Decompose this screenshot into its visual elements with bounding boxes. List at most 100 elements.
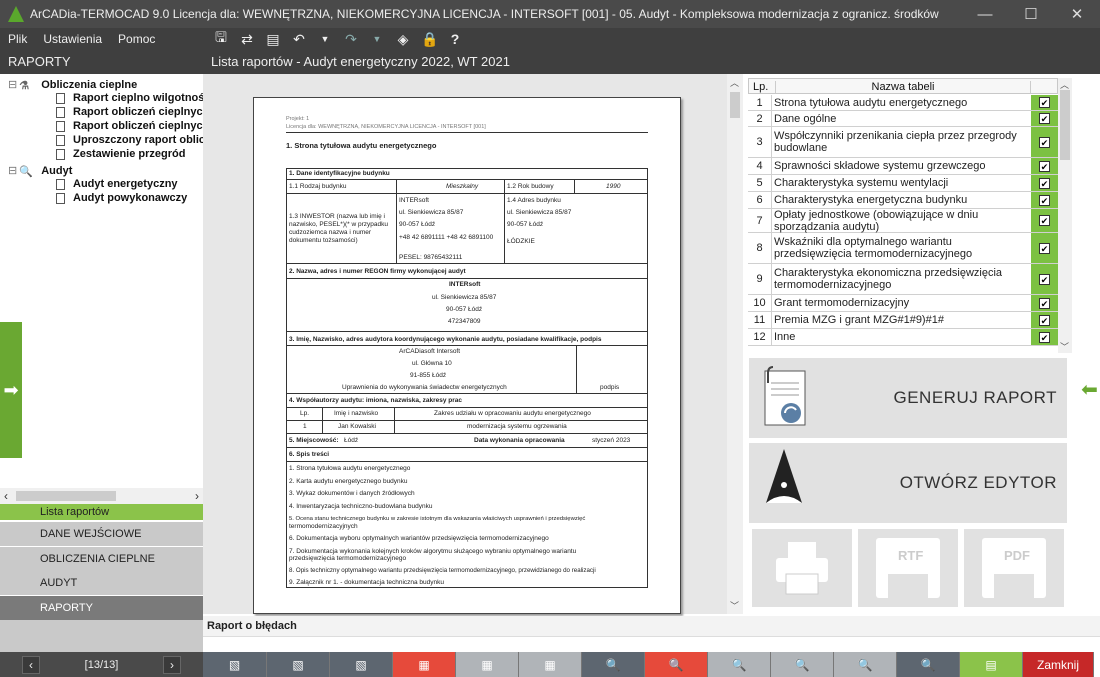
export-doc-icon[interactable]: ▤ (960, 652, 1023, 677)
scroll-down-icon[interactable]: ﹀ (1060, 340, 1069, 353)
row-checkbox[interactable]: ✔ (1031, 233, 1058, 263)
report-tool-3-icon[interactable]: ▦ (519, 652, 582, 677)
row-checkbox[interactable]: ✔ (1031, 111, 1058, 126)
checkmark-icon: ✔ (1039, 314, 1050, 326)
redo-icon[interactable]: ↷ (343, 31, 359, 48)
table-row[interactable]: 10 Grant termomodernizacyjny ✔ (748, 295, 1058, 312)
report-page[interactable]: Projekt: 1 Licencja dla: WEWNĘTRZNA, NIE… (253, 97, 681, 614)
generate-report-button[interactable]: GENERUJ RAPORT (749, 358, 1067, 438)
row-checkbox[interactable]: ✔ (1031, 264, 1058, 294)
audit-tool-4-icon[interactable]: 🔍 (771, 652, 834, 677)
error-report-box[interactable] (203, 636, 1100, 652)
undo-icon[interactable]: ↶ (291, 31, 307, 48)
row-checkbox[interactable]: ✔ (1031, 95, 1058, 110)
nav-filler (0, 620, 203, 652)
doc-tool-1-icon[interactable]: ▧ (203, 652, 267, 677)
audit-tool-3-icon[interactable]: 🔍 (708, 652, 771, 677)
audit-tool-1-icon[interactable]: 🔍 (582, 652, 645, 677)
printer-icon (776, 542, 828, 595)
report-tree: ⊟ ⚗ Obliczenia cieplne Raport cieplno wilg… (0, 74, 209, 324)
tree-item[interactable]: Uproszczony raport oblic (56, 134, 205, 146)
layers-icon[interactable]: ◈ (395, 31, 411, 48)
preview-scrollbar[interactable]: ︿ ﹀ (727, 74, 743, 614)
open-editor-button[interactable]: OTWÓRZ EDYTOR (749, 443, 1067, 523)
prev-page-button[interactable]: ‹ (22, 655, 40, 674)
scroll-up-icon[interactable]: ︿ (1060, 78, 1069, 91)
report-tool-1-icon[interactable]: ▦ (393, 652, 456, 677)
row-checkbox[interactable]: ✔ (1031, 209, 1058, 232)
audit-tool-6-icon[interactable]: 🔍 (897, 652, 960, 677)
audit-tool-5-icon[interactable]: 🔍 (834, 652, 897, 677)
row-checkbox[interactable]: ✔ (1031, 175, 1058, 191)
table-row[interactable]: 1 Strona tytułowa audytu energetycznego ✔ (748, 95, 1058, 111)
scroll-thumb[interactable] (730, 92, 740, 118)
document-refresh-icon (764, 366, 806, 426)
doc-tool-3-icon[interactable]: ▧ (330, 652, 393, 677)
tree-item[interactable]: Zestawienie przegród (56, 148, 185, 160)
row-checkbox[interactable]: ✔ (1031, 192, 1058, 208)
menu-ustawienia[interactable]: Ustawienia (43, 32, 102, 46)
tree-item-selected[interactable]: Audyt energetyczny (56, 178, 178, 190)
table-row[interactable]: 2 Dane ogólne ✔ (748, 111, 1058, 127)
table-scrollbar[interactable]: ︿ ﹀ (1058, 78, 1072, 353)
table-row[interactable]: 5 Charakterystyka systemu wentylacji ✔ (748, 175, 1058, 192)
nav-obliczenia-cieplne[interactable]: OBLICZENIA CIEPLNE (0, 547, 203, 571)
collapse-panel-button[interactable]: ⬅ (1079, 323, 1100, 456)
close-button[interactable]: Zamknij (1023, 652, 1094, 677)
doc-tool-2-icon[interactable]: ▧ (267, 652, 330, 677)
nav-dane-wejsciowe[interactable]: DANE WEJŚCIOWE (0, 522, 203, 546)
undo-dropdown-icon[interactable]: ▼ (317, 34, 333, 44)
scroll-up-icon[interactable]: ︿ (730, 76, 739, 89)
expand-panel-button[interactable]: ➡ (0, 322, 22, 458)
scroll-thumb[interactable] (16, 491, 116, 501)
report-tool-2-icon[interactable]: ▦ (456, 652, 519, 677)
tree-group-audyt[interactable]: ⊟ 🔍 Audyt (8, 164, 72, 178)
tree-item[interactable]: Raport obliczeń cieplnych (56, 120, 209, 132)
tree-group-obliczenia[interactable]: ⊟ ⚗ Obliczenia cieplne (8, 78, 137, 92)
audit-tool-2-icon[interactable]: 🔍 (645, 652, 708, 677)
rtf-button[interactable]: RTF (858, 529, 958, 607)
scroll-right-icon[interactable]: › (195, 489, 199, 503)
nav-audyt[interactable]: AUDYT (0, 571, 203, 595)
help-icon[interactable]: ? (447, 31, 463, 47)
preview-icon[interactable]: ▤ (265, 31, 281, 48)
tree-item[interactable]: Raport obliczeń cieplnych (56, 106, 209, 118)
table-row[interactable]: 7 Opłaty jednostkowe (obowiązujące w dniu… (748, 209, 1058, 233)
tree-item[interactable]: Audyt powykonawczy (56, 192, 187, 204)
tree-item[interactable]: Raport cieplno wilgotnoś (56, 92, 204, 104)
checkmark-icon: ✔ (1039, 160, 1050, 172)
checkmark-icon: ✔ (1039, 136, 1050, 148)
horizontal-scrollbar[interactable]: ‹ › (0, 488, 203, 504)
menu-pomoc[interactable]: Pomoc (118, 32, 155, 46)
redo-dropdown-icon[interactable]: ▼ (369, 34, 385, 44)
table-row[interactable]: 9 Charakterystyka ekonomiczna przedsięwzi… (748, 264, 1058, 295)
table-row[interactable]: 11 Premia MZG i grant MZG#1#9)#1# ✔ (748, 312, 1058, 329)
scroll-thumb[interactable] (1060, 90, 1070, 160)
table-row[interactable]: 3 Współczynniki przenikania ciepła przez … (748, 127, 1058, 158)
table-row[interactable]: 4 Sprawności składowe systemu grzewczego ✔ (748, 158, 1058, 175)
pdf-button[interactable]: PDF (964, 529, 1064, 607)
row-checkbox[interactable]: ✔ (1031, 329, 1058, 345)
table-row[interactable]: 8 Wskaźniki dla optymalnego wariantu prze… (748, 233, 1058, 264)
nav-lista-raportow[interactable]: Lista raportów (0, 504, 203, 520)
title-bar: ArCADia-TERMOCAD 9.0 Licencja dla: WEWNĘ… (0, 0, 1100, 28)
refresh-icon[interactable]: ⇄ (239, 31, 255, 48)
next-page-button[interactable]: › (162, 655, 181, 674)
table-row[interactable]: 6 Charakterystyka energetyczna budynku ✔ (748, 192, 1058, 209)
row-checkbox[interactable]: ✔ (1031, 312, 1058, 328)
minimize-button[interactable]: — (962, 0, 1008, 28)
nav-raporty[interactable]: RAPORTY (0, 596, 203, 620)
scroll-left-icon[interactable]: ‹ (4, 489, 8, 503)
close-window-button[interactable]: ✕ (1054, 0, 1100, 28)
row-checkbox[interactable]: ✔ (1031, 295, 1058, 311)
row-checkbox[interactable]: ✔ (1031, 158, 1058, 174)
maximize-button[interactable]: ☐ (1008, 0, 1054, 28)
print-button[interactable] (752, 529, 852, 607)
scroll-down-icon[interactable]: ﹀ (730, 599, 739, 612)
lock-icon[interactable]: 🔒 (421, 31, 438, 48)
save-icon[interactable]: 🖫 (213, 27, 229, 51)
menu-plik[interactable]: Plik (8, 32, 27, 46)
doc-cell: podpis (600, 384, 620, 391)
table-row[interactable]: 12 Inne ✔ (748, 329, 1058, 346)
row-checkbox[interactable]: ✔ (1031, 127, 1058, 157)
